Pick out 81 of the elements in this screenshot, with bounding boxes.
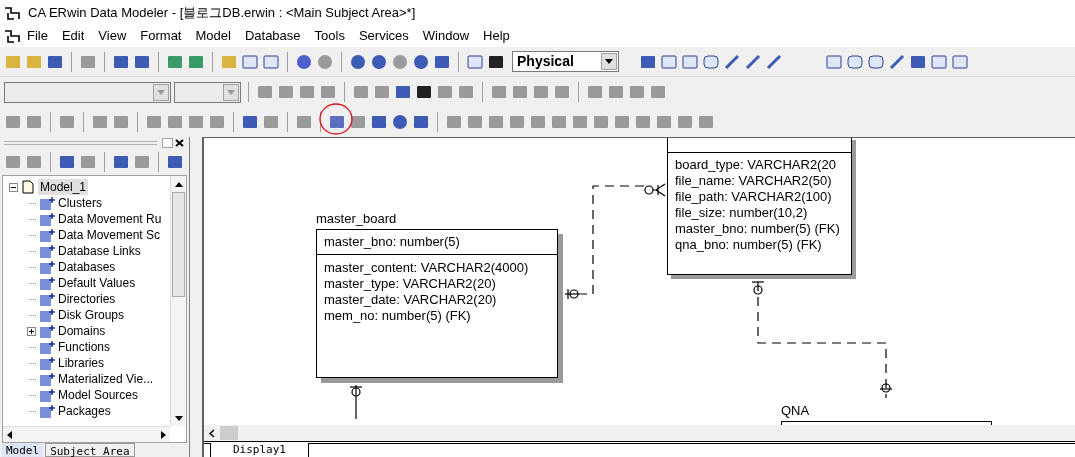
down-arrow-icon[interactable] xyxy=(174,415,183,421)
entity-name: master_board xyxy=(316,211,398,226)
dropdown[interactable]: Physical xyxy=(512,51,619,72)
tree-item[interactable]: Libraries xyxy=(58,355,105,371)
tree-item[interactable]: Packages xyxy=(58,403,111,419)
object-icon xyxy=(39,243,55,259)
entity-name: QNA xyxy=(781,403,811,418)
tree-item[interactable]: Materialized Vie... xyxy=(58,371,154,387)
vertical-scrollbar[interactable] xyxy=(170,176,186,426)
tree-item[interactable]: Domains xyxy=(58,323,106,339)
tree-item[interactable]: Clusters xyxy=(58,195,102,211)
caret-icon xyxy=(157,89,165,95)
up-arrow-icon[interactable] xyxy=(174,181,183,187)
toolbar-icon[interactable] xyxy=(846,52,864,71)
menu-item[interactable]: Services xyxy=(351,26,416,46)
object-icon xyxy=(39,195,55,211)
dropdown[interactable] xyxy=(4,81,171,103)
object-icon xyxy=(39,371,55,387)
object-icon xyxy=(39,259,55,275)
attribute: file_path: VARCHAR2(100) xyxy=(675,189,833,205)
attribute: board_type: VARCHAR2(20 xyxy=(675,157,837,173)
collapse-toggle[interactable] xyxy=(9,182,18,192)
caret-icon xyxy=(605,59,613,64)
tree-item[interactable]: Model_1 xyxy=(38,179,89,195)
toolbar-icon[interactable] xyxy=(702,52,720,71)
window-title: CA ERwin Data Modeler - [블로그DB.erwin : <Main Subject Area>*] xyxy=(28,3,416,22)
tree-item[interactable]: Databases xyxy=(58,259,116,275)
key-attribute: master_bno: number(5) xyxy=(324,234,461,250)
attribute: mem_no: number(5) (FK) xyxy=(324,308,472,324)
attribute: file_size: number(10,2) xyxy=(675,205,809,221)
tree-item[interactable]: Data Movement Ru xyxy=(58,211,162,227)
object-icon xyxy=(39,227,55,243)
annotation-circle xyxy=(317,101,355,137)
object-icon xyxy=(39,275,55,291)
attribute: file_name: VARCHAR2(50) xyxy=(675,173,833,189)
app-icon xyxy=(4,5,20,20)
attribute: qna_bno: number(5) (FK) xyxy=(675,237,823,253)
menu-item[interactable]: Edit xyxy=(54,26,92,46)
left-arrow-icon[interactable] xyxy=(7,430,12,439)
object-icon xyxy=(39,291,55,307)
object-icon xyxy=(39,339,55,355)
document-icon xyxy=(22,180,34,194)
tree-item[interactable]: Disk Groups xyxy=(58,307,125,323)
tree-item[interactable]: Model Sources xyxy=(58,387,139,403)
object-icon xyxy=(39,307,55,323)
panel-tab[interactable]: Model xyxy=(2,443,44,457)
menu-item[interactable]: View xyxy=(91,26,134,46)
tree-item[interactable]: Directories xyxy=(58,291,116,307)
menu-item[interactable]: Tools xyxy=(307,26,352,46)
tree-item[interactable]: Database Links xyxy=(58,243,141,259)
dropdown[interactable] xyxy=(174,81,241,103)
menu-item[interactable]: Window xyxy=(415,26,477,46)
attribute: master_date: VARCHAR2(20) xyxy=(324,292,498,308)
menu-item[interactable]: File xyxy=(20,26,55,46)
tree-item[interactable]: Functions xyxy=(58,339,111,355)
caret-icon xyxy=(227,89,235,95)
attribute: master_content: VARCHAR2(4000) xyxy=(324,260,530,276)
right-arrow-icon[interactable] xyxy=(161,430,166,439)
app-icon xyxy=(4,29,20,43)
close-icon[interactable] xyxy=(174,138,185,148)
toolbar-icon[interactable] xyxy=(867,52,885,71)
canvas-tab[interactable]: Display1 xyxy=(210,443,309,457)
object-icon xyxy=(39,323,55,339)
object-icon xyxy=(39,211,55,227)
menu-item[interactable]: Database xyxy=(237,26,308,46)
object-icon xyxy=(39,387,55,403)
relationship-line[interactable] xyxy=(349,384,363,420)
object-icon xyxy=(39,355,55,371)
tree-item[interactable]: Data Movement Sc xyxy=(58,227,161,243)
menu-item[interactable]: Help xyxy=(476,26,517,46)
toolbar-icon[interactable] xyxy=(415,83,433,101)
tree-item[interactable]: Default Values xyxy=(58,275,136,291)
attribute: master_type: VARCHAR2(20) xyxy=(324,276,497,292)
menu-item[interactable]: Model xyxy=(188,26,238,46)
horizontal-scrollbar[interactable] xyxy=(3,426,170,442)
attribute: master_bno: number(5) (FK) xyxy=(675,221,841,237)
object-icon xyxy=(39,403,55,419)
menu-item[interactable]: Format xyxy=(133,26,189,46)
scrollbar-thumb[interactable] xyxy=(220,426,238,440)
panel-tab[interactable]: Subject Area xyxy=(45,443,135,457)
expand-toggle[interactable] xyxy=(27,326,36,336)
